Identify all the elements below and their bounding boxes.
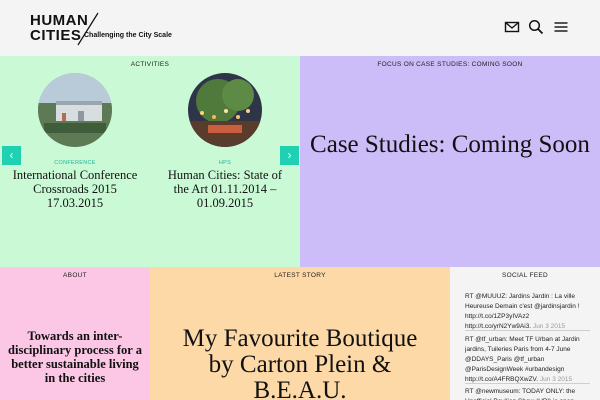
activity-card-hps[interactable]: HPS Human Cities: State of the Art 01.11…: [160, 73, 290, 210]
search-icon[interactable]: [527, 18, 545, 36]
latest-story-section: LATEST STORY My Favourite Boutique by Car…: [150, 267, 450, 400]
focus-title[interactable]: Case Studies: Coming Soon: [300, 130, 600, 160]
feed-divider: [465, 383, 590, 384]
latest-story-title[interactable]: My Favourite Boutique by Carton Plein & B.…: [150, 326, 450, 400]
feed-item[interactable]: RT @tf_urban: Meet TF Urban at Jardin ja…: [465, 335, 595, 385]
feed-item[interactable]: RT @MUUUZ: Jardins Jardin : La ville Heu…: [465, 292, 595, 332]
activity-category: HPS: [218, 160, 232, 166]
activity-image[interactable]: [38, 73, 112, 147]
carousel-next-button[interactable]: ›: [280, 146, 299, 165]
focus-label: FOCUS ON CASE STUDIES: COMING SOON: [377, 61, 523, 68]
chevron-right-icon: ›: [287, 148, 292, 162]
about-label: ABOUT: [63, 272, 87, 279]
site-logo[interactable]: HUMAN CITIES Challenging the City Scale: [30, 12, 180, 46]
logo-tagline: Challenging the City Scale: [84, 32, 172, 39]
activity-title[interactable]: International Conference Crossroads 2015…: [10, 168, 140, 210]
chevron-left-icon: ‹: [9, 148, 14, 162]
activity-category: CONFERENCE: [54, 160, 96, 166]
logo-slash-mark: [77, 12, 99, 46]
activity-image[interactable]: [188, 73, 262, 147]
feed-text: RT @newmuseum: TODAY ONLY: the Unofficia…: [465, 388, 576, 400]
activity-card-conference[interactable]: CONFERENCE International Conference Cros…: [10, 73, 140, 210]
feed-date: Jun 3 2015: [539, 376, 573, 383]
about-text[interactable]: Towards an inter-disciplinary process fo…: [8, 329, 142, 385]
feed-date: Jun 3 2015: [532, 323, 566, 330]
social-feed-section: SOCIAL FEED RT @MUUUZ: Jardins Jardin : …: [450, 267, 600, 400]
feed-divider: [465, 330, 590, 331]
activities-section: ACTIVITIES CONFERENCE International Conf…: [0, 56, 300, 267]
activities-label: ACTIVITIES: [130, 61, 170, 68]
site-header: HUMAN CITIES Challenging the City Scale: [0, 0, 600, 56]
hamburger-menu-icon[interactable]: [552, 18, 570, 36]
social-feed-label: SOCIAL FEED: [501, 272, 549, 279]
activity-title[interactable]: Human Cities: State of the Art 01.11.201…: [160, 168, 290, 210]
latest-story-label: LATEST STORY: [274, 272, 326, 279]
carousel-prev-button[interactable]: ‹: [2, 146, 21, 165]
mail-icon[interactable]: [503, 18, 521, 36]
feed-item[interactable]: RT @newmuseum: TODAY ONLY: the Unofficia…: [465, 387, 595, 400]
about-section: ABOUT Towards an inter-disciplinary proc…: [0, 267, 150, 400]
focus-section: FOCUS ON CASE STUDIES: COMING SOON Case …: [300, 56, 600, 267]
